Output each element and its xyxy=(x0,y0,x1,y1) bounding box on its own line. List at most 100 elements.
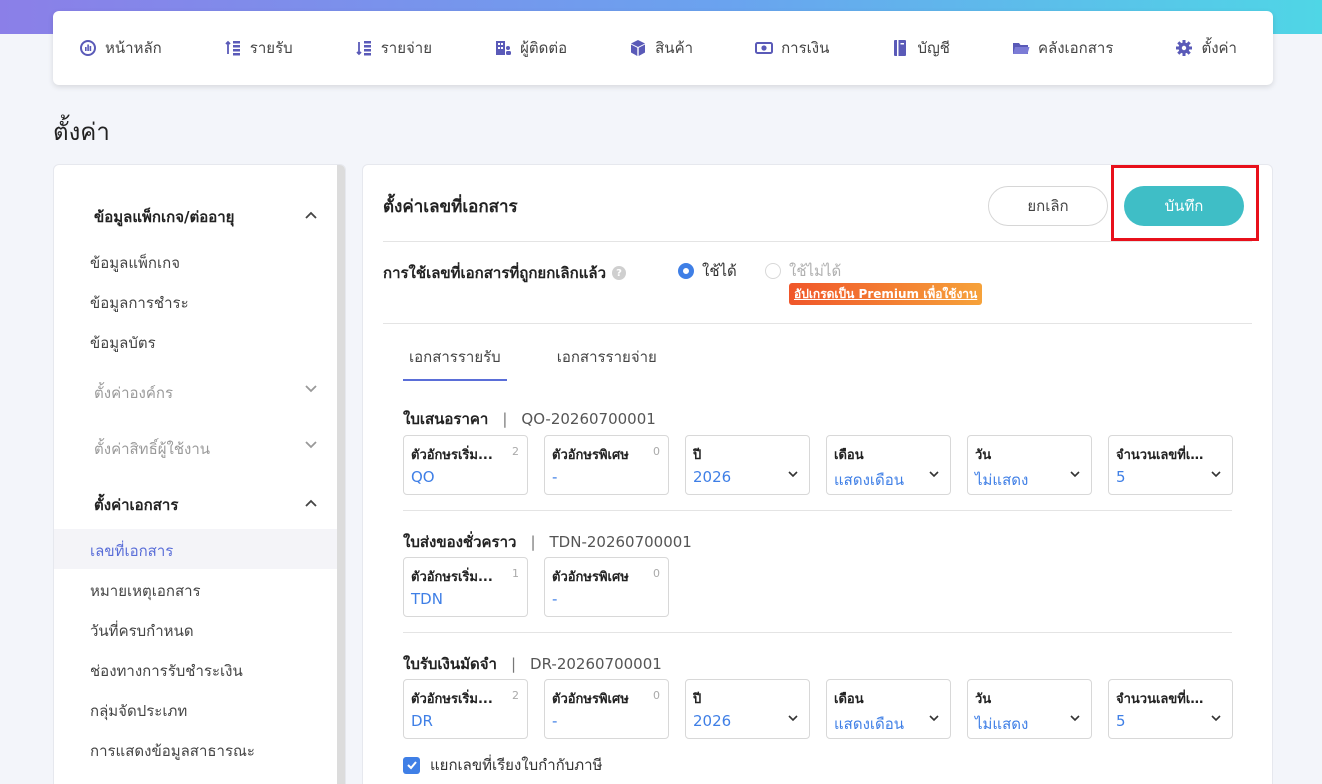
special-char-field[interactable]: ตัวอักษรพิเศษ 0 - xyxy=(544,435,669,495)
year-select[interactable]: ปี 2026 xyxy=(685,679,810,739)
sidebar-item-card[interactable]: ข้อมูลบัตร xyxy=(90,331,156,355)
doc-type-tabs: เอกสารรายรับ เอกสารรายจ่าย xyxy=(403,345,663,381)
chevron-up-icon[interactable] xyxy=(303,207,319,223)
sidebar-item-docnote[interactable]: หมายเหตุเอกสาร xyxy=(90,579,201,603)
sidebar-item-payment[interactable]: ข้อมูลการชำระ xyxy=(90,291,189,315)
tab-expense-docs[interactable]: เอกสารรายจ่าย xyxy=(551,345,663,381)
sidebar-item-docnum[interactable]: เลขที่เอกสาร xyxy=(90,539,173,563)
tab-income-docs[interactable]: เอกสารรายรับ xyxy=(403,345,507,381)
chevron-down-icon xyxy=(929,471,939,478)
radio-dot-checked xyxy=(678,263,694,279)
panel-title: ตั้งค่าเลขที่เอกสาร xyxy=(383,197,518,217)
chevron-down-icon[interactable] xyxy=(303,381,319,397)
help-icon[interactable]: ? xyxy=(612,266,626,280)
sidebar-item-duedate[interactable]: วันที่ครบกำหนด xyxy=(90,619,194,643)
year-select[interactable]: ปี 2026 xyxy=(685,435,810,495)
nav-item-settings[interactable]: ตั้งค่า xyxy=(1175,36,1237,60)
radio-allow-label: ใช้ได้ xyxy=(702,262,737,280)
chevron-down-icon xyxy=(788,471,798,478)
field-value: - xyxy=(552,712,558,730)
sidebar-item-public[interactable]: การแสดงข้อมูลสาธารณะ xyxy=(90,739,255,763)
char-count: 2 xyxy=(512,689,519,702)
divider xyxy=(383,241,1252,242)
folder-icon xyxy=(1012,39,1030,57)
nav-item-expense[interactable]: รายจ่าย xyxy=(355,36,432,60)
nav-item-contacts[interactable]: ผู้ติดต่อ xyxy=(494,36,567,60)
nav-item-documents[interactable]: คลังเอกสาร xyxy=(1012,36,1113,60)
chevron-down-icon xyxy=(1070,715,1080,722)
ledger-icon xyxy=(891,39,909,57)
field-value: ไม่แสดง xyxy=(975,715,1029,733)
save-button-highlight xyxy=(1111,165,1259,241)
sidebar-item-package[interactable]: ข้อมูลแพ็กเกจ xyxy=(90,251,180,275)
chevron-down-icon xyxy=(788,715,798,722)
month-select[interactable]: เดือน แสดงเดือน xyxy=(826,679,951,739)
sidebar-group-docs[interactable]: ตั้งค่าเอกสาร xyxy=(94,493,178,517)
day-select[interactable]: วัน ไม่แสดง xyxy=(967,435,1092,495)
dashboard-icon xyxy=(79,39,97,57)
reuse-label-text: การใช้เลขที่เอกสารที่ถูกยกเลิกแล้ว xyxy=(383,264,606,282)
sidebar-group-package[interactable]: ข้อมูลแพ็กเกจ/ต่ออายุ xyxy=(94,205,234,229)
char-count: 1 xyxy=(512,567,519,580)
radio-disallow: ใช้ไม่ได้ xyxy=(765,259,841,283)
chevron-down-icon xyxy=(929,715,939,722)
special-char-field[interactable]: ตัวอักษรพิเศษ 0 - xyxy=(544,679,669,739)
radio-allow[interactable]: ใช้ได้ xyxy=(678,259,737,283)
nav-item-income[interactable]: รายรับ xyxy=(224,36,293,60)
digits-select[interactable]: จำนวนเลขที่เอ... 5 xyxy=(1108,679,1233,739)
sidebar-group-org[interactable]: ตั้งค่าองค์กร xyxy=(94,381,173,405)
field-label: ตัวอักษรพิเศษ xyxy=(552,448,629,463)
doc-code-preview: DR-20260700001 xyxy=(530,655,662,673)
field-label: เดือน xyxy=(834,448,864,463)
digits-select[interactable]: จำนวนเลขที่เอ... 5 xyxy=(1108,435,1233,495)
nav-label: ผู้ติดต่อ xyxy=(520,39,568,57)
nav-item-products[interactable]: สินค้า xyxy=(629,36,693,60)
nav-item-accounting[interactable]: บัญชี xyxy=(891,36,950,60)
field-label: ตัวอักษรพิเศษ xyxy=(552,692,629,707)
nav-item-finance[interactable]: การเงิน xyxy=(755,36,829,60)
field-value: 5 xyxy=(1116,468,1126,486)
sidebar-scrollbar[interactable] xyxy=(337,165,345,784)
day-select[interactable]: วัน ไม่แสดง xyxy=(967,679,1092,739)
nav-label: ตั้งค่า xyxy=(1201,39,1237,57)
nav-label: รายรับ xyxy=(249,39,293,57)
nav-label: รายจ่าย xyxy=(380,39,432,57)
gear-icon xyxy=(1175,39,1193,57)
nav-label: การเงิน xyxy=(781,39,830,57)
checkbox-checked-icon xyxy=(403,756,420,774)
field-label: ตัวอักษรพิเศษ xyxy=(552,570,629,585)
page-title: ตั้งค่า xyxy=(53,118,110,146)
upgrade-premium-link[interactable]: อัปเกรดเป็น Premium เพื่อใช้งาน xyxy=(789,283,983,305)
month-select[interactable]: เดือน แสดงเดือน xyxy=(826,435,951,495)
row-divider xyxy=(403,632,1232,633)
chevron-up-icon[interactable] xyxy=(303,495,319,511)
field-value: - xyxy=(552,590,558,608)
separator: | xyxy=(502,410,508,428)
separator: | xyxy=(510,655,517,673)
doc-name: ใบเสนอราคา xyxy=(403,410,489,428)
sidebar-item-category[interactable]: กลุ่มจัดประเภท xyxy=(90,699,187,723)
field-value: 5 xyxy=(1116,712,1126,730)
field-label: เดือน xyxy=(834,692,864,707)
chevron-down-icon xyxy=(1211,471,1221,478)
sidebar-item-paychannel[interactable]: ช่องทางการรับชำระเงิน xyxy=(90,659,243,683)
prefix-field[interactable]: ตัวอักษรเริ่ม... 2 DR xyxy=(403,679,528,739)
special-char-field[interactable]: ตัวอักษรพิเศษ 0 - xyxy=(544,557,669,617)
field-label: วัน xyxy=(975,448,992,463)
field-label: ตัวอักษรเริ่ม... xyxy=(411,448,493,463)
cancel-button[interactable]: ยกเลิก xyxy=(988,186,1108,226)
reuse-setting-label: การใช้เลขที่เอกสารที่ถูกยกเลิกแล้ว ? xyxy=(383,261,626,285)
sidebar-group-rights[interactable]: ตั้งค่าสิทธิ์ผู้ใช้งาน xyxy=(94,437,210,461)
field-value: แสดงเดือน xyxy=(834,715,905,733)
doc-header-deposit: ใบรับเงินมัดจำ | DR-20260700001 xyxy=(403,652,662,676)
char-count: 2 xyxy=(512,445,519,458)
nav-item-home[interactable]: หน้าหลัก xyxy=(79,36,162,60)
chevron-down-icon[interactable] xyxy=(303,437,319,453)
doc-header-quotation: ใบเสนอราคา | QO-20260700001 xyxy=(403,407,656,431)
chevron-down-icon xyxy=(1211,715,1221,722)
separate-tax-invoice-checkbox[interactable]: แยกเลขที่เรียงใบกำกับภาษี xyxy=(403,753,602,777)
prefix-field[interactable]: ตัวอักษรเริ่ม... 2 QO xyxy=(403,435,528,495)
field-label: ปี xyxy=(693,448,702,463)
prefix-field[interactable]: ตัวอักษรเริ่ม... 1 TDN xyxy=(403,557,528,617)
row-divider xyxy=(403,510,1232,511)
